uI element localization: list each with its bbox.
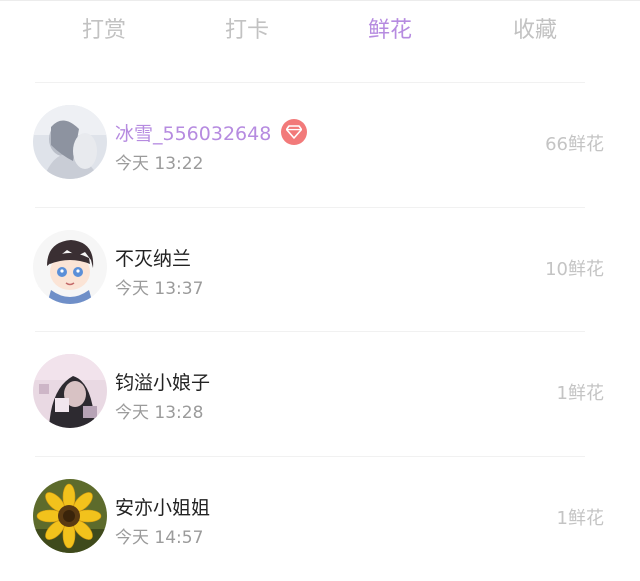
tab-favorites[interactable]: 收藏 [490,16,580,46]
avatar[interactable] [33,105,107,179]
tab-reward[interactable]: 打赏 [59,16,149,46]
user-name[interactable]: 不灭纳兰 [115,244,191,271]
tab-bar: 打赏 打卡 鲜花 收藏 [0,0,640,66]
avatar[interactable]: · [33,230,107,304]
svg-text:·: · [37,283,40,292]
flower-count: 1鲜花 [556,383,604,404]
tab-checkin[interactable]: 打卡 [202,16,292,46]
timestamp: 今天 14:57 [115,528,204,548]
list-item[interactable]: 安亦小姐姐 今天 14:57 1鲜花 [0,457,640,581]
user-name[interactable]: 钧溢小娘子 [115,368,210,395]
timestamp: 今天 13:28 [115,403,204,423]
tab-flowers[interactable]: 鲜花 [345,16,435,46]
flower-count: 66鲜花 [545,134,604,155]
flower-count: 10鲜花 [545,259,604,280]
user-name[interactable]: 冰雪_556032648 [115,119,271,146]
avatar[interactable] [33,354,107,428]
list-item[interactable]: 钧溢小娘子 今天 13:28 1鲜花 [0,332,640,456]
avatar[interactable] [33,479,107,553]
diamond-icon [281,119,308,145]
timestamp: 今天 13:22 [115,154,204,174]
flower-count: 1鲜花 [556,508,604,529]
user-name[interactable]: 安亦小姐姐 [115,493,210,520]
timestamp: 今天 13:37 [115,279,204,299]
list-item[interactable]: · 不灭纳兰 今天 13:37 10鲜花 [0,208,640,332]
list-item[interactable]: 冰雪_556032648 今天 13:22 66鲜花 [0,83,640,207]
